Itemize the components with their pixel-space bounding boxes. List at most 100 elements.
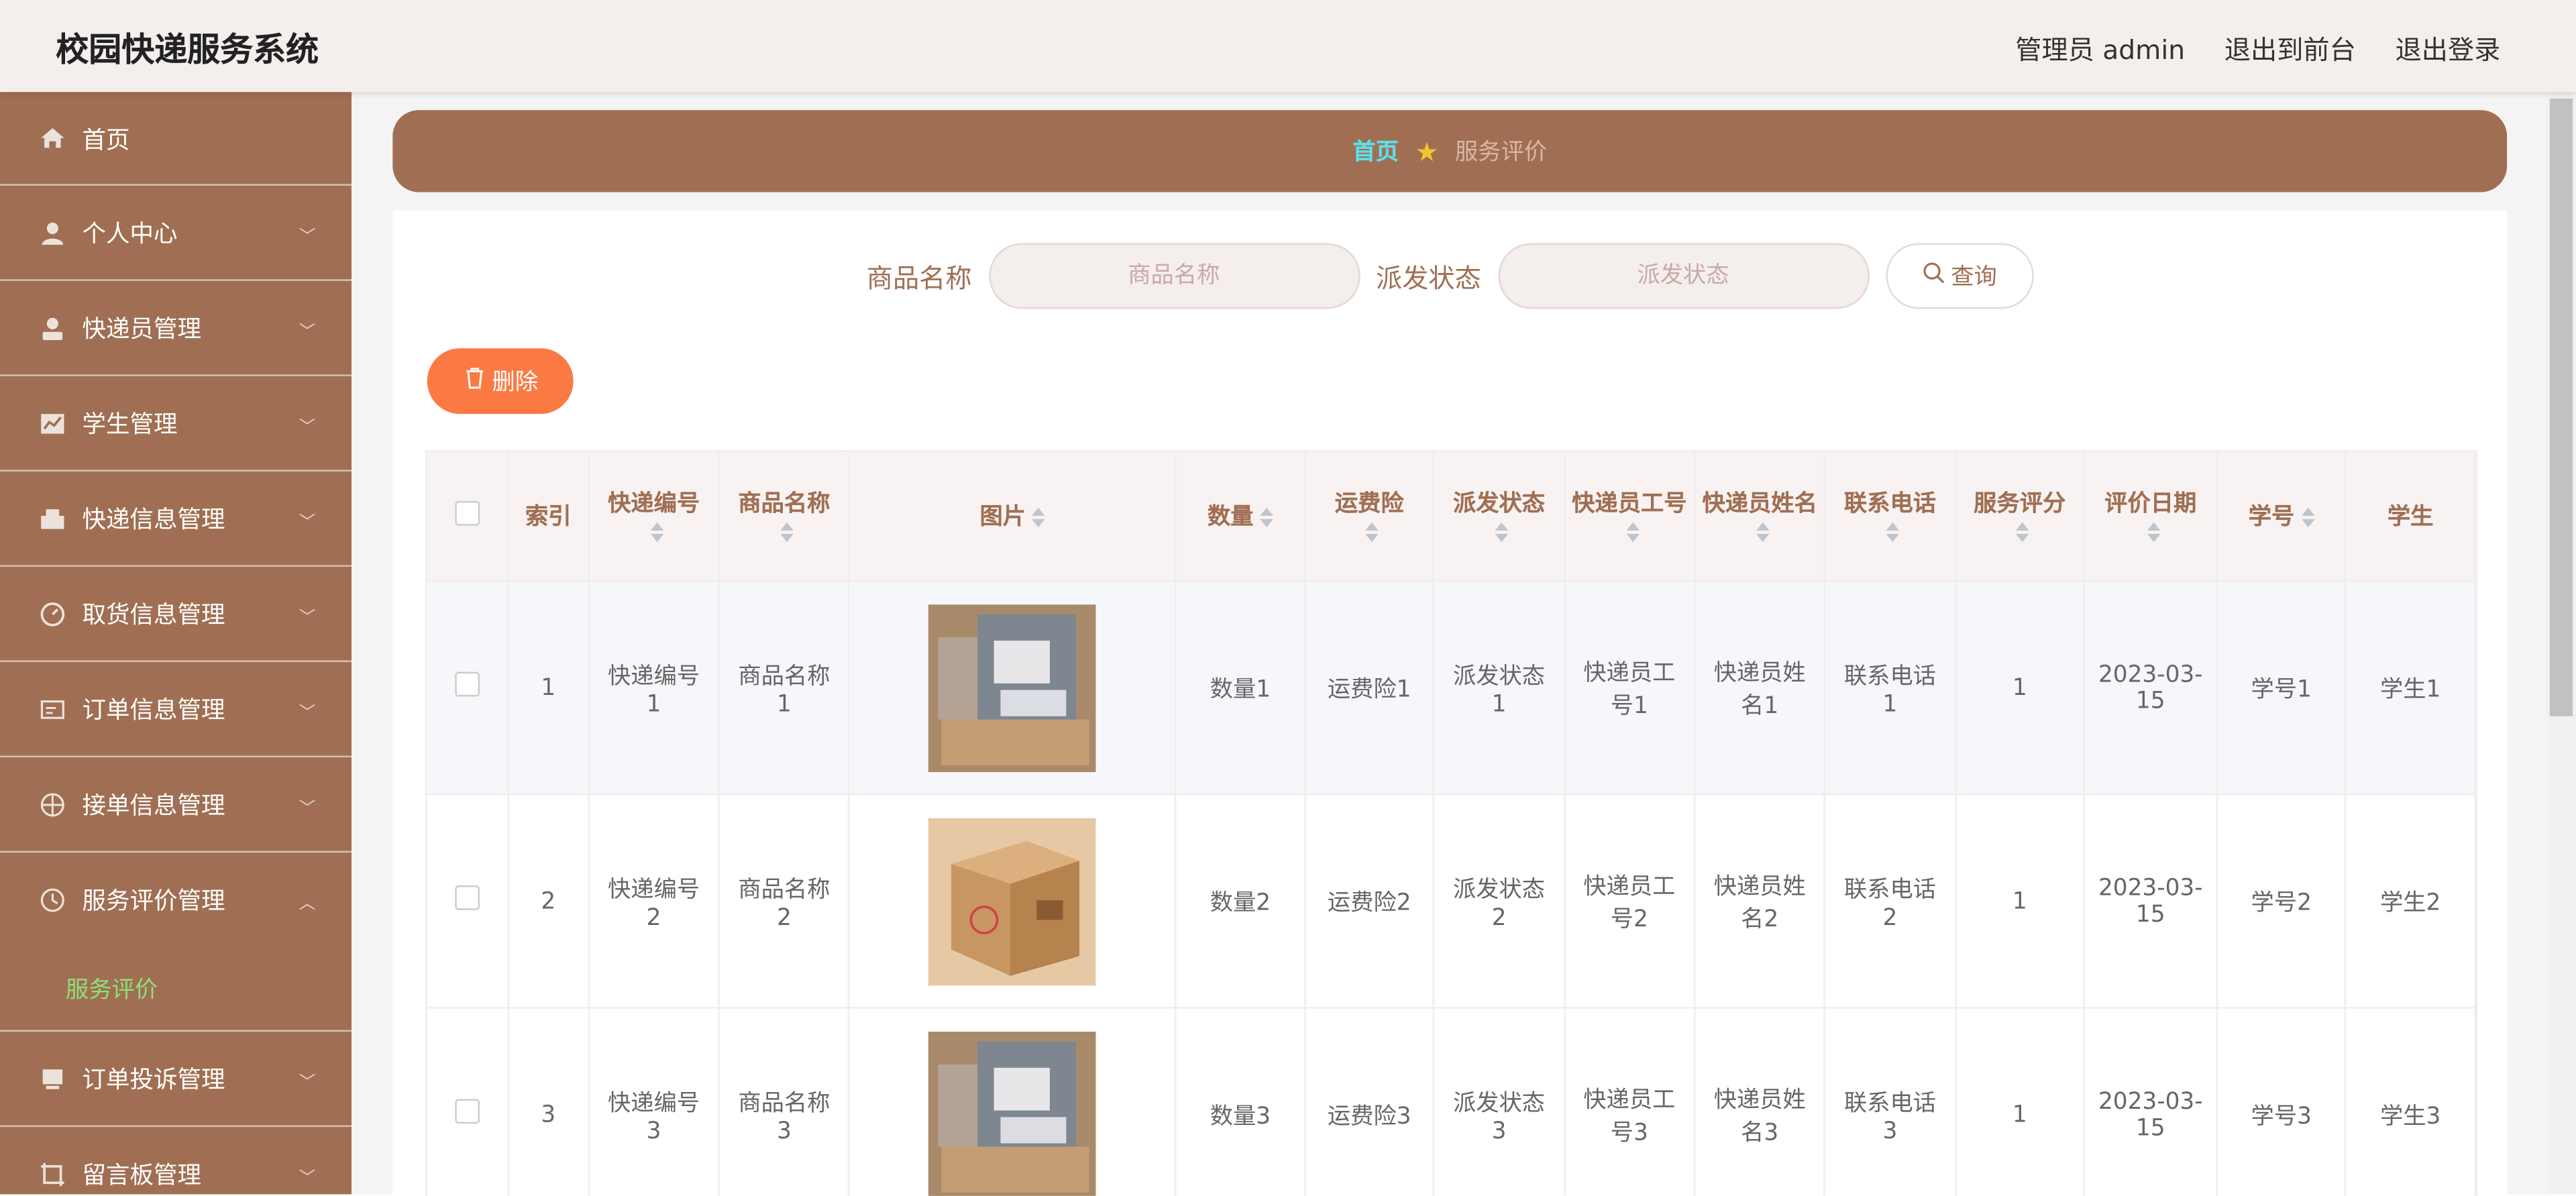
sort-icon[interactable] (1366, 519, 1379, 545)
content-panel: 商品名称 商品名称 派发状态 派发状态 查询 删除 索引 快递编号 商品名称 图… (392, 210, 2508, 1196)
cell-phone: 联系电话3 (1825, 1008, 1956, 1196)
col-courier-name[interactable]: 快递员姓名 (1694, 451, 1826, 582)
chevron-down-icon: ﹀ (299, 323, 316, 342)
page-scrollbar[interactable] (2546, 92, 2576, 1195)
chevron-down-icon: ﹀ (299, 419, 316, 437)
sort-icon[interactable] (2016, 519, 2030, 545)
box-photo[interactable] (928, 817, 1097, 985)
sidebar-item-label: 接单信息管理 (82, 793, 225, 820)
sidebar-subitem-reviews[interactable]: 服务评价 (0, 946, 352, 1032)
col-status[interactable]: 派发状态 (1434, 451, 1565, 582)
product-name-input[interactable]: 商品名称 (988, 243, 1360, 309)
cell-image[interactable] (849, 794, 1177, 1009)
sidebar-item-orders[interactable]: 订单信息管理 ﹀ (0, 662, 352, 757)
col-student[interactable]: 学生 (2345, 451, 2476, 582)
sidebar-item-label: 学生管理 (82, 412, 178, 439)
sidebar: 首页 个人中心 ﹀ 快递员管理 ﹀ 学生管理 ﹀ 快递信息管理 ﹀ 取货信息管理… (0, 92, 352, 1195)
col-insurance[interactable]: 运费险 (1305, 451, 1435, 582)
cell-image[interactable] (849, 1008, 1177, 1196)
search-button[interactable]: 查询 (1885, 243, 2033, 309)
delete-button-label: 删除 (492, 370, 539, 396)
cell-status: 派发状态1 (1434, 580, 1565, 796)
sort-icon[interactable] (1886, 519, 1900, 545)
dispatch-status-input[interactable]: 派发状态 (1497, 243, 1869, 309)
row-checkbox[interactable] (427, 580, 509, 796)
breadcrumb-home[interactable]: 首页 (1352, 135, 1399, 168)
sidebar-item-label: 首页 (82, 127, 130, 154)
search-form: 商品名称 商品名称 派发状态 派发状态 查询 (392, 243, 2507, 309)
sidebar-item-students[interactable]: 学生管理 ﹀ (0, 376, 352, 472)
cell-courier-name: 快递员姓名2 (1694, 794, 1826, 1009)
sidebar-item-label: 服务评价管理 (82, 888, 225, 916)
sort-icon[interactable] (650, 519, 664, 545)
admin-label[interactable]: 管理员 admin (2015, 28, 2185, 68)
dispatch-status-label: 派发状态 (1376, 262, 1481, 294)
table-header: 索引 快递编号 商品名称 图片 数量 运费险 派发状态 快递员工号 快递员姓名 … (427, 451, 2476, 582)
cell-index: 2 (508, 794, 590, 1009)
col-date[interactable]: 评价日期 (2084, 451, 2218, 582)
cell-status: 派发状态2 (1434, 794, 1565, 1009)
col-student-no[interactable]: 学号 (2216, 451, 2347, 582)
main-content: 首页 ★ 服务评价 商品名称 商品名称 派发状态 派发状态 查询 删除 索引 快… (352, 92, 2546, 1196)
sidebar-item-label: 快递信息管理 (82, 507, 225, 534)
cell-qty: 数量2 (1175, 794, 1306, 1009)
sidebar-item-complaints[interactable]: 订单投诉管理 ﹀ (0, 1032, 352, 1128)
col-phone[interactable]: 联系电话 (1825, 451, 1956, 582)
row-checkbox[interactable] (427, 794, 509, 1009)
sort-icon[interactable] (1625, 519, 1640, 545)
sort-icon[interactable] (1032, 504, 1046, 531)
cell-insurance: 运费险1 (1305, 580, 1435, 796)
col-image[interactable]: 图片 (849, 451, 1177, 582)
cell-qty: 数量1 (1175, 580, 1306, 796)
chevron-down-icon: ﹀ (299, 1074, 316, 1093)
col-score[interactable]: 服务评分 (1955, 451, 2086, 582)
sort-icon[interactable] (1495, 519, 1509, 545)
data-table: 索引 快递编号 商品名称 图片 数量 运费险 派发状态 快递员工号 快递员姓名 … (425, 450, 2478, 1196)
logout-link[interactable]: 退出登录 (2396, 28, 2501, 68)
sort-icon[interactable] (1260, 504, 1273, 531)
cell-student-no: 学号1 (2216, 580, 2347, 796)
sort-icon[interactable] (2147, 519, 2161, 545)
sidebar-item-profile[interactable]: 个人中心 ﹀ (0, 186, 352, 281)
home-icon (40, 125, 66, 151)
sidebar-item-pickup[interactable]: 取货信息管理 ﹀ (0, 567, 352, 662)
row-checkbox[interactable] (427, 1008, 509, 1196)
star-icon: ★ (1415, 135, 1439, 167)
sort-icon[interactable] (1756, 519, 1770, 545)
sidebar-item-accept[interactable]: 接单信息管理 ﹀ (0, 757, 352, 853)
sidebar-item-express[interactable]: 快递信息管理 ﹀ (0, 472, 352, 567)
breadcrumb-current: 服务评价 (1455, 140, 1548, 166)
cell-index: 1 (508, 580, 590, 796)
table-row[interactable]: 3 快递编号3 商品名称3 数量3 运费险3 派发状态3 快递员工号3 快递员姓… (427, 1008, 2476, 1196)
user-icon (40, 219, 66, 246)
cell-insurance: 运费险3 (1305, 1008, 1435, 1196)
search-button-label: 查询 (1951, 264, 1997, 291)
search-icon (1921, 261, 1944, 290)
sidebar-item-home[interactable]: 首页 (0, 92, 352, 186)
chevron-down-icon: ﹀ (299, 609, 316, 628)
table-row[interactable]: 1 快递编号1 商品名称1 数量1 运费险1 派发状态1 快递员工号1 快递员姓… (427, 580, 2476, 796)
sort-icon[interactable] (2301, 504, 2314, 531)
cell-date: 2023-03-15 (2084, 794, 2218, 1009)
sidebar-item-label: 取货信息管理 (82, 602, 225, 629)
sidebar-item-label: 订单投诉管理 (82, 1067, 225, 1095)
courier-icon (40, 315, 66, 341)
sidebar-item-courier[interactable]: 快递员管理 ﹀ (0, 281, 352, 376)
col-qty[interactable]: 数量 (1175, 451, 1306, 582)
sidebar-item-messages[interactable]: 留言板管理 ﹀ (0, 1127, 352, 1194)
col-express-no[interactable]: 快递编号 (588, 451, 720, 582)
select-all-checkbox[interactable] (427, 451, 509, 582)
col-courier-id[interactable]: 快递员工号 (1564, 451, 1696, 582)
chevron-down-icon: ﹀ (299, 228, 316, 247)
delete-button[interactable]: 删除 (427, 348, 574, 415)
col-product[interactable]: 商品名称 (718, 451, 851, 582)
cell-courier-name: 快递员姓名1 (1694, 580, 1826, 796)
bag-photo[interactable] (928, 604, 1097, 771)
table-row[interactable]: 2 快递编号2 商品名称2 数量2 运费险2 派发状态2 快递员工号2 快递员姓… (427, 794, 2476, 1009)
cell-image[interactable] (849, 580, 1177, 796)
bag-photo[interactable] (928, 1030, 1097, 1196)
back-to-front-link[interactable]: 退出到前台 (2224, 28, 2356, 68)
scrollbar-thumb[interactable] (2549, 98, 2573, 716)
sidebar-item-reviews[interactable]: 服务评价管理 ︿ (0, 853, 352, 946)
sort-icon[interactable] (781, 519, 794, 545)
